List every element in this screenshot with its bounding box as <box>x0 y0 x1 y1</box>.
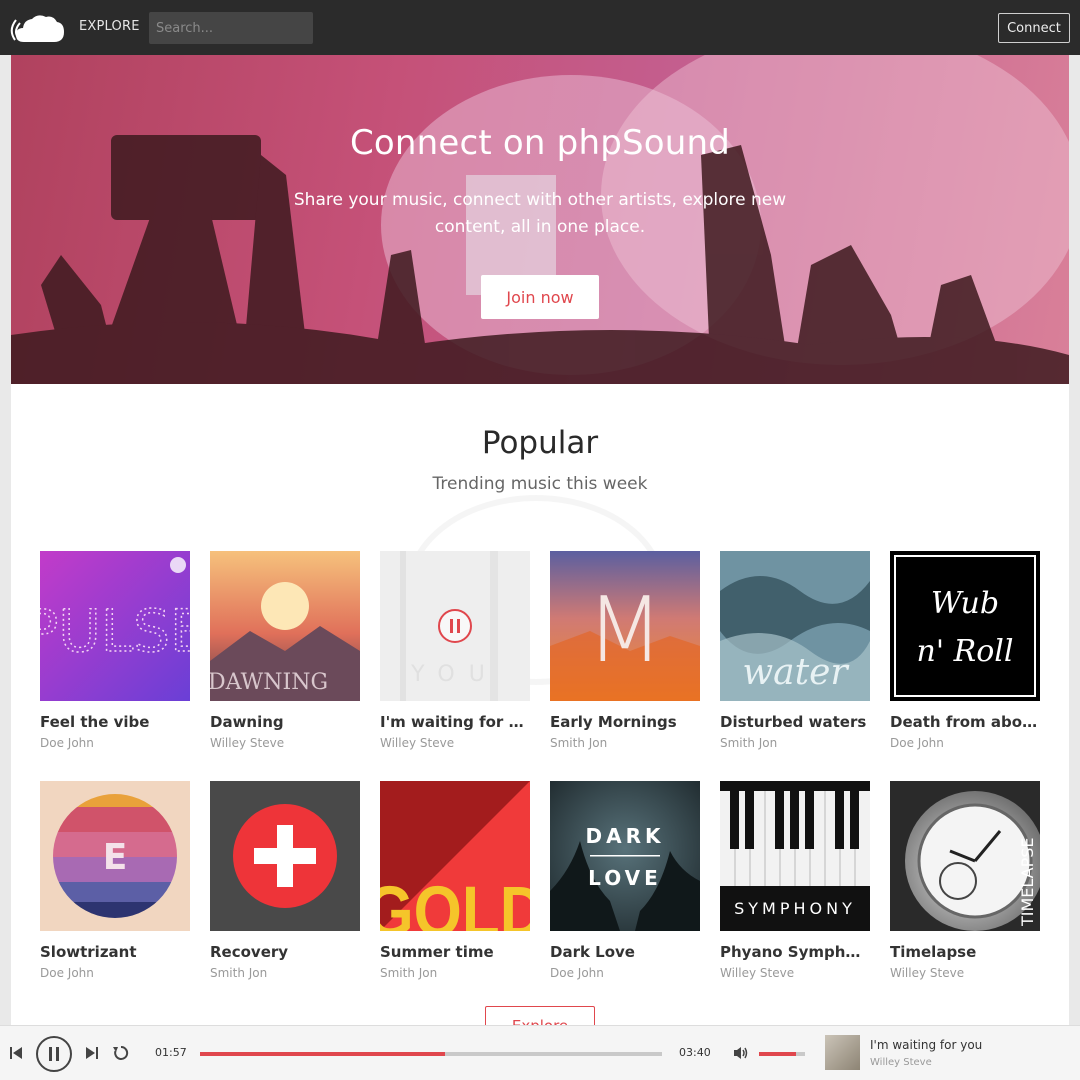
svg-text:DARK: DARK <box>586 824 665 848</box>
volume-slider[interactable] <box>759 1052 805 1056</box>
track-card[interactable]: Recovery Smith Jon <box>210 781 360 980</box>
track-cover[interactable]: DARK LOVE <box>550 781 700 931</box>
svg-text:SYMPHONY: SYMPHONY <box>734 899 856 918</box>
track-card[interactable]: SYMPHONY Phyano Symphony Willey Steve <box>720 781 870 980</box>
audio-player: 01:57 03:40 I'm waiting for you Willey S… <box>0 1025 1080 1080</box>
track-cover[interactable]: SYMPHONY <box>720 781 870 931</box>
track-artist[interactable]: Willey Steve <box>380 736 530 750</box>
track-cover[interactable]: Wub n' Roll <box>890 551 1040 701</box>
track-artist[interactable]: Doe John <box>40 966 190 980</box>
track-cover[interactable]: E <box>40 781 190 931</box>
track-artist[interactable]: Smith Jon <box>550 736 700 750</box>
top-nav: EXPLORE Connect <box>0 0 1080 55</box>
track-card[interactable]: TIMELAPSE Timelapse Willey Steve <box>890 781 1040 980</box>
svg-text:water: water <box>742 652 849 693</box>
svg-text:E: E <box>103 837 128 878</box>
now-playing-thumbnail[interactable] <box>825 1035 860 1070</box>
track-title[interactable]: Early Mornings <box>550 713 700 731</box>
track-title[interactable]: I'm waiting for you <box>380 713 530 731</box>
track-cover[interactable]: PULSE <box>40 551 190 701</box>
explore-link[interactable]: EXPLORE <box>79 19 140 34</box>
connect-button[interactable]: Connect <box>998 13 1070 43</box>
track-cover[interactable]: M <box>550 551 700 701</box>
track-title[interactable]: Dark Love <box>550 943 700 961</box>
track-artist[interactable]: Willey Steve <box>720 966 870 980</box>
main-content: Connect on phpSound Share your music, co… <box>11 55 1069 1025</box>
track-title[interactable]: Timelapse <box>890 943 1040 961</box>
track-title[interactable]: Slowtrizant <box>40 943 190 961</box>
track-card[interactable]: DAWNING Dawning Willey Steve <box>210 551 360 750</box>
track-title[interactable]: Summer time <box>380 943 530 961</box>
svg-text:PULSE: PULSE <box>40 597 190 665</box>
track-artist[interactable]: Doe John <box>890 736 1040 750</box>
track-artist[interactable]: Doe John <box>40 736 190 750</box>
track-artist[interactable]: Smith Jon <box>380 966 530 980</box>
track-artist[interactable]: Willey Steve <box>210 736 360 750</box>
track-artist[interactable]: Smith Jon <box>720 736 870 750</box>
svg-text:DAWNING: DAWNING <box>210 670 328 695</box>
hero-banner: Connect on phpSound Share your music, co… <box>11 55 1069 384</box>
total-time: 03:40 <box>679 1046 711 1059</box>
track-cover[interactable] <box>210 781 360 931</box>
popular-heading: Popular <box>481 425 599 461</box>
pause-icon <box>49 1047 59 1061</box>
hero-subtitle: Share your music, connect with other art… <box>293 190 787 237</box>
cloud-logo-icon[interactable] <box>10 10 66 46</box>
now-playing-title[interactable]: I'm waiting for you <box>870 1038 982 1052</box>
track-card[interactable]: PULSE Feel the vibe Doe John <box>40 551 190 750</box>
track-cover[interactable]: water <box>720 551 870 701</box>
explore-button[interactable]: Explore <box>485 1006 595 1025</box>
svg-text:YOU: YOU <box>410 662 499 687</box>
track-card[interactable]: M Early Mornings Smith Jon <box>550 551 700 750</box>
track-title[interactable]: Recovery <box>210 943 360 961</box>
current-time: 01:57 <box>155 1046 187 1059</box>
search-input[interactable] <box>149 12 313 44</box>
track-card[interactable]: YOU I'm waiting for you Willey Steve <box>380 551 530 750</box>
svg-text:TIMELAPSE: TIMELAPSE <box>1018 837 1037 927</box>
track-card[interactable]: E Slowtrizant Doe John <box>40 781 190 980</box>
pause-button[interactable] <box>36 1036 72 1072</box>
track-cover[interactable]: TIMELAPSE <box>890 781 1040 931</box>
previous-icon[interactable] <box>8 1044 24 1062</box>
track-artist[interactable]: Smith Jon <box>210 966 360 980</box>
pause-icon[interactable] <box>437 608 473 644</box>
track-artist[interactable]: Doe John <box>550 966 700 980</box>
track-cover[interactable]: DAWNING <box>210 551 360 701</box>
track-card[interactable]: GOLD Summer time Smith Jon <box>380 781 530 980</box>
hero-title: Connect on phpSound <box>349 123 731 163</box>
track-title[interactable]: Dawning <box>210 713 360 731</box>
repeat-icon[interactable] <box>112 1044 130 1062</box>
track-card[interactable]: water Disturbed waters Smith Jon <box>720 551 870 750</box>
now-playing-artist[interactable]: Willey Steve <box>870 1057 932 1068</box>
progress-fill <box>200 1052 445 1056</box>
track-title[interactable]: Disturbed waters <box>720 713 870 731</box>
track-title[interactable]: Phyano Symphony <box>720 943 870 961</box>
volume-icon[interactable] <box>732 1044 750 1062</box>
svg-text:n' Roll: n' Roll <box>917 634 1014 669</box>
svg-text:Wub: Wub <box>931 586 999 621</box>
volume-fill <box>759 1052 796 1056</box>
track-cover[interactable]: GOLD <box>380 781 530 931</box>
progress-bar[interactable] <box>200 1052 662 1056</box>
track-cover[interactable]: YOU <box>380 551 530 701</box>
track-artist[interactable]: Willey Steve <box>890 966 1040 980</box>
track-card[interactable]: DARK LOVE Dark Love Doe John <box>550 781 700 980</box>
track-card[interactable]: Wub n' Roll Death from above Doe John <box>890 551 1040 750</box>
svg-text:LOVE: LOVE <box>588 866 662 890</box>
svg-text:M: M <box>586 578 664 683</box>
track-title[interactable]: Death from above <box>890 713 1040 731</box>
join-now-button[interactable]: Join now <box>481 275 599 319</box>
popular-subheading: Trending music this week <box>432 474 648 494</box>
next-icon[interactable] <box>84 1044 100 1062</box>
track-title[interactable]: Feel the vibe <box>40 713 190 731</box>
svg-text:GOLD: GOLD <box>380 873 530 931</box>
